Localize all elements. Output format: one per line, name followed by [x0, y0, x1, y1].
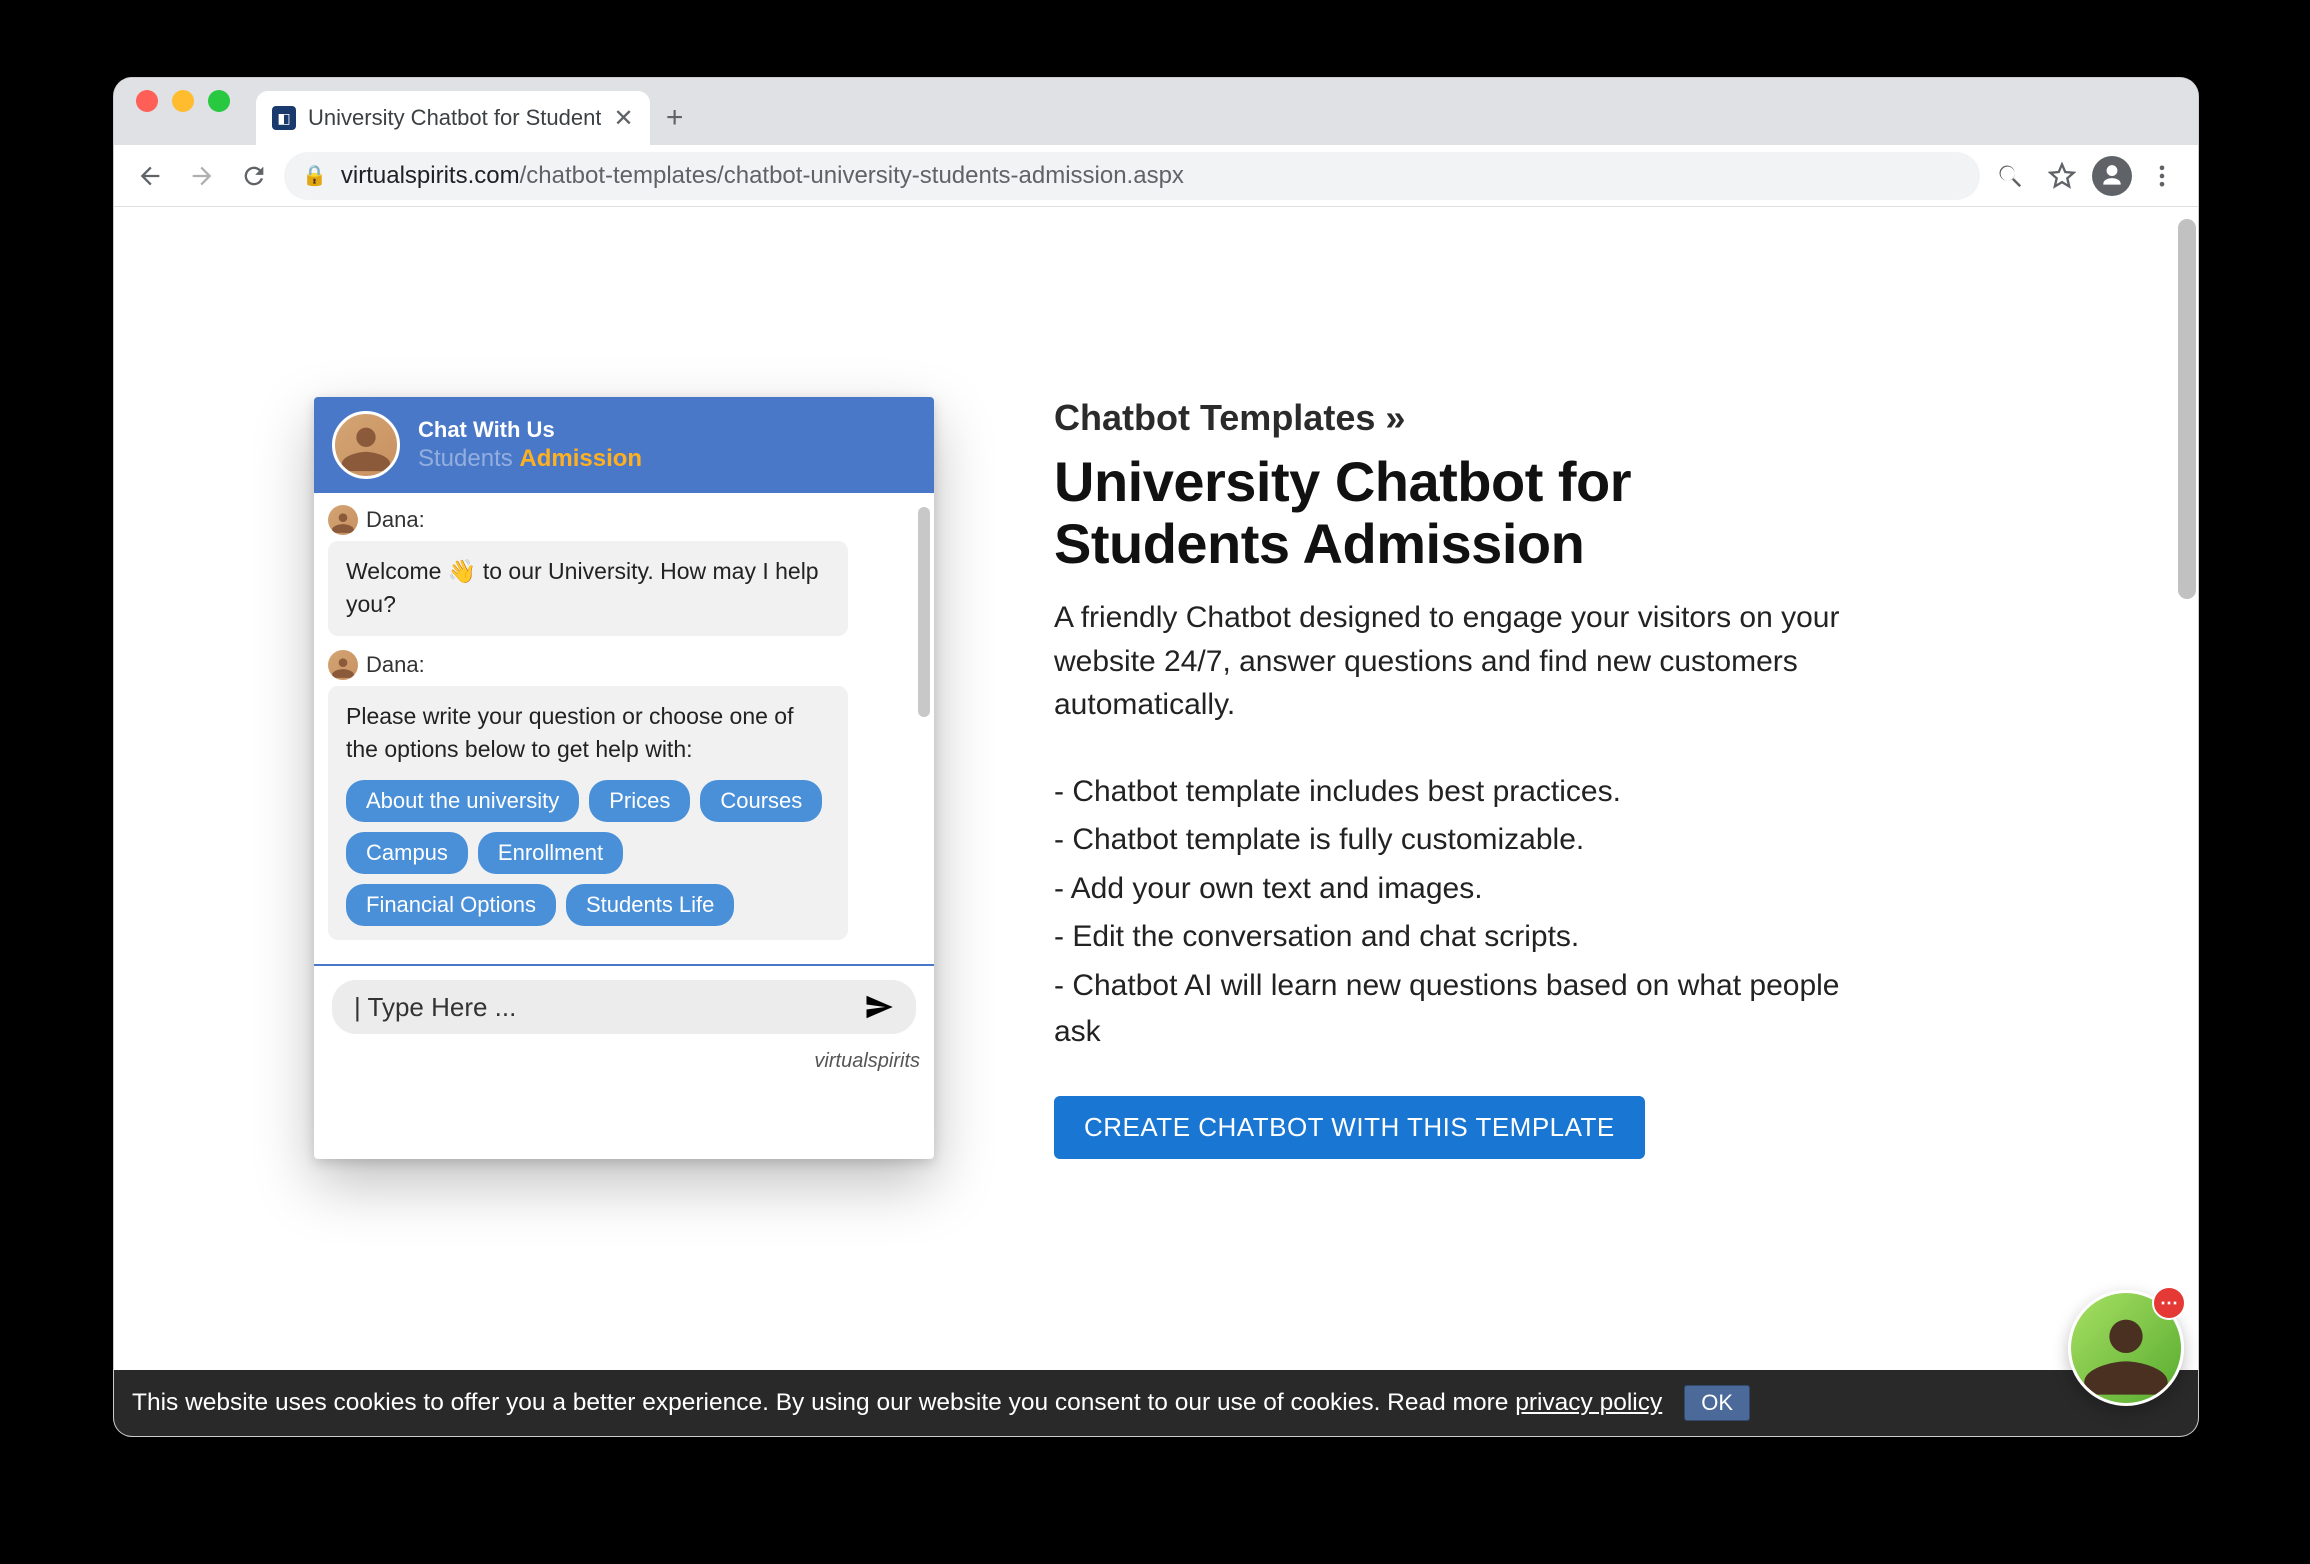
address-bar[interactable]: 🔒 virtualspirits.com/chatbot-templates/c… [284, 152, 1980, 200]
cookie-text: This website uses cookies to offer you a… [132, 1389, 1662, 1417]
sender-name: Dana: [366, 652, 425, 678]
back-button[interactable] [128, 154, 172, 198]
cookie-consent-bar: This website uses cookies to offer you a… [114, 1370, 2198, 1436]
tab-title: University Chatbot for Student [308, 105, 601, 131]
chatbot-header-subtitle: Students Admission [418, 445, 642, 473]
lock-icon: 🔒 [302, 163, 327, 188]
minimize-window-button[interactable] [172, 90, 194, 112]
feature-item: - Chatbot AI will learn new questions ba… [1054, 963, 1874, 1056]
browser-window: ◧ University Chatbot for Student ✕ + 🔒 v… [114, 78, 2198, 1436]
tab-strip: ◧ University Chatbot for Student ✕ + [114, 78, 2198, 145]
chatbot-header: Chat With Us Students Admission [314, 397, 934, 493]
menu-button[interactable] [2140, 154, 2184, 198]
chip-financial[interactable]: Financial Options [346, 884, 556, 926]
composer-placeholder: | Type Here ... [354, 992, 516, 1023]
breadcrumb[interactable]: Chatbot Templates » [1054, 397, 1874, 439]
chat-composer[interactable]: | Type Here ... [332, 980, 916, 1034]
chatbot-scrollbar[interactable] [918, 507, 930, 717]
help-chat-badge: ⋯ [2152, 1286, 2186, 1320]
chip-prices[interactable]: Prices [589, 780, 690, 822]
chatbot-header-title: Chat With Us [418, 417, 642, 443]
lead-text: A friendly Chatbot designed to engage yo… [1054, 596, 1874, 727]
send-icon[interactable] [864, 992, 894, 1022]
chip-courses[interactable]: Courses [700, 780, 822, 822]
cookie-ok-button[interactable]: OK [1684, 1385, 1750, 1421]
page-scrollbar[interactable] [2178, 219, 2196, 599]
quick-reply-chips: About the university Prices Courses Camp… [346, 780, 830, 926]
feature-item: - Add your own text and images. [1054, 866, 1874, 913]
url-text: virtualspirits.com/chatbot-templates/cha… [341, 162, 1184, 190]
window-controls [136, 78, 256, 145]
privacy-policy-link[interactable]: privacy policy [1515, 1389, 1662, 1416]
close-window-button[interactable] [136, 90, 158, 112]
feature-item: - Chatbot template is fully customizable… [1054, 817, 1874, 864]
chatbot-input-area: | Type Here ... [314, 964, 934, 1044]
page-title: University Chatbot for Students Admissio… [1054, 451, 1874, 574]
maximize-window-button[interactable] [208, 90, 230, 112]
zoom-icon[interactable] [1988, 154, 2032, 198]
browser-tab[interactable]: ◧ University Chatbot for Student ✕ [256, 91, 650, 145]
feature-list: - Chatbot template includes best practic… [1054, 769, 1874, 1056]
agent-avatar [332, 411, 400, 479]
browser-toolbar: 🔒 virtualspirits.com/chatbot-templates/c… [114, 145, 2198, 207]
chip-students-life[interactable]: Students Life [566, 884, 734, 926]
create-chatbot-button[interactable]: CREATE CHATBOT WITH THIS TEMPLATE [1054, 1096, 1645, 1159]
page-content: Chat With Us Students Admission Dana: We… [114, 207, 2198, 1436]
bookmark-icon[interactable] [2040, 154, 2084, 198]
forward-button[interactable] [180, 154, 224, 198]
profile-avatar-button[interactable] [2092, 156, 2132, 196]
chatbot-widget: Chat With Us Students Admission Dana: We… [314, 397, 934, 1159]
close-tab-icon[interactable]: ✕ [613, 104, 633, 133]
message-bubble: Please write your question or choose one… [328, 686, 848, 941]
favicon-icon: ◧ [272, 106, 296, 130]
chatbot-body: Dana: Welcome 👋 to our University. How m… [314, 493, 934, 964]
feature-item: - Edit the conversation and chat scripts… [1054, 914, 1874, 961]
template-description: Chatbot Templates » University Chatbot f… [1054, 397, 1874, 1159]
sender-avatar-icon [328, 505, 358, 535]
chip-enrollment[interactable]: Enrollment [478, 832, 623, 874]
reload-button[interactable] [232, 154, 276, 198]
chip-campus[interactable]: Campus [346, 832, 468, 874]
chip-about[interactable]: About the university [346, 780, 579, 822]
message-bubble: Welcome 👋 to our University. How may I h… [328, 541, 848, 636]
message: Dana: Welcome 👋 to our University. How m… [328, 505, 920, 636]
sender-name: Dana: [366, 507, 425, 533]
message: Dana: Please write your question or choo… [328, 650, 920, 941]
chatbot-brand-label: virtualspirits [314, 1044, 934, 1087]
new-tab-button[interactable]: + [650, 91, 700, 145]
sender-avatar-icon [328, 650, 358, 680]
feature-item: - Chatbot template includes best practic… [1054, 769, 1874, 816]
